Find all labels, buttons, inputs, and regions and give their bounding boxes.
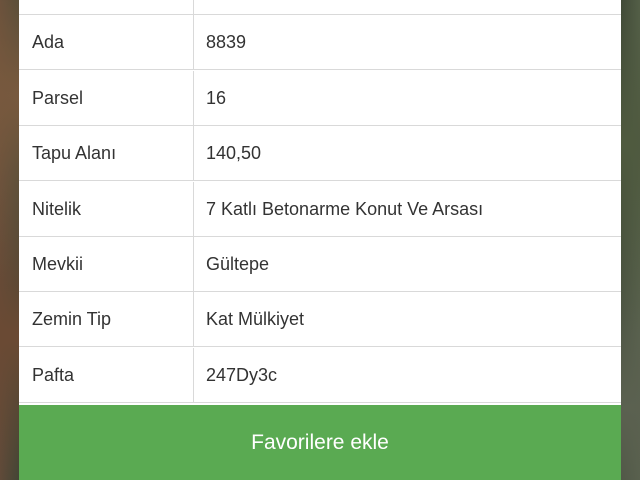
- table-row-pafta: Pafta 247Dy3c: [19, 348, 621, 403]
- table-row-ada: Ada 8839: [19, 15, 621, 70]
- row-value-mevkii: Gültepe: [206, 253, 270, 274]
- row-value-nitelik: 7 Katlı Betonarme Konut Ve Arsası: [206, 198, 484, 219]
- row-value: [194, 0, 621, 14]
- row-label-zemin-tip: Zemin Tip: [19, 292, 194, 346]
- row-value-pafta: 247Dy3c: [206, 364, 278, 385]
- row-label: [19, 0, 194, 14]
- row-label-pafta: Pafta: [19, 348, 194, 402]
- row-label-parsel: Parsel: [19, 71, 194, 125]
- table-row-mevkii: Mevkii Gültepe: [19, 237, 621, 292]
- row-label-mevkii: Mevkii: [19, 237, 194, 291]
- row-value-ada: 8839: [206, 31, 247, 52]
- table-row-partial: [19, 0, 621, 15]
- row-value-parsel: 16: [206, 87, 227, 108]
- add-to-favorites-button[interactable]: Favorilere ekle: [19, 405, 621, 480]
- table-row-parsel: Parsel 16: [19, 71, 621, 126]
- table-row-nitelik: Nitelik 7 Katlı Betonarme Konut Ve Arsas…: [19, 182, 621, 237]
- table-row-zemin-tip: Zemin Tip Kat Mülkiyet: [19, 292, 621, 347]
- row-value-zemin-tip: Kat Mülkiyet: [206, 308, 305, 329]
- row-value-tapu-alani: 140,50: [206, 142, 262, 163]
- row-label-nitelik: Nitelik: [19, 182, 194, 236]
- table-row-tapu-alani: Tapu Alanı 140,50: [19, 126, 621, 181]
- row-label-tapu-alani: Tapu Alanı: [19, 126, 194, 180]
- row-label-ada: Ada: [19, 15, 194, 69]
